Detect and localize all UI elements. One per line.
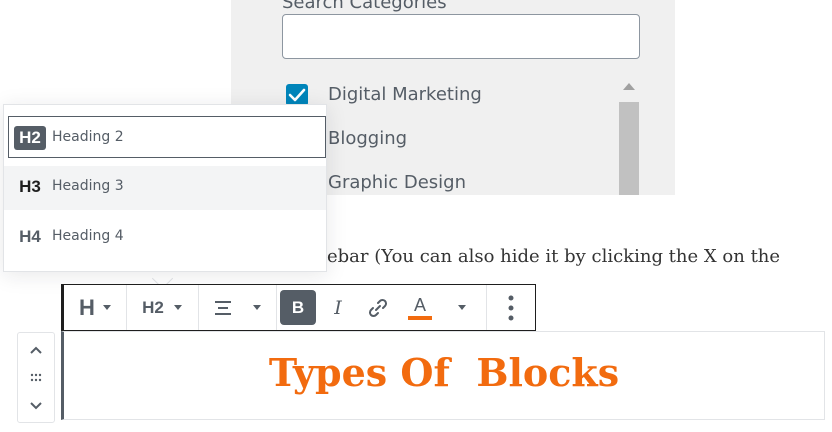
scroll-thumb[interactable]	[619, 102, 639, 195]
text-color-swatch	[408, 315, 432, 320]
alignment-button[interactable]	[206, 290, 268, 325]
align-center-icon	[215, 300, 231, 315]
italic-button[interactable]: I	[320, 290, 356, 325]
text-color-button[interactable]: A	[400, 290, 440, 325]
heading-block[interactable]: Types Of Blocks	[61, 331, 825, 420]
text-color-icon: A	[413, 294, 426, 315]
heading-option-h2[interactable]: H2 Heading 2	[8, 116, 326, 158]
checkmark-icon	[288, 88, 306, 102]
category-label: Blogging	[328, 128, 408, 149]
checkbox-checked[interactable]	[286, 84, 308, 106]
link-button[interactable]	[360, 290, 396, 325]
heading-option-h3[interactable]: H3 Heading 3	[4, 166, 326, 210]
category-item-blogging[interactable]: Blogging	[278, 124, 608, 154]
heading-level-label: H2	[142, 297, 164, 317]
chevron-down-icon	[458, 305, 466, 310]
heading-option-h4[interactable]: H4 Heading 4	[4, 216, 326, 260]
category-label: Digital Marketing	[328, 84, 482, 105]
bold-icon: B	[291, 297, 305, 317]
alignment-group	[198, 285, 277, 330]
heading-level-dropdown: H2 Heading 2 H3 Heading 3 H4 Heading 4	[3, 104, 327, 272]
move-down-button[interactable]	[22, 393, 50, 419]
category-label: Graphic Design	[328, 172, 466, 193]
block-mover	[17, 332, 55, 423]
heading-2-icon: H2	[14, 126, 46, 150]
bold-button[interactable]: B	[280, 290, 316, 325]
heading-option-label: Heading 3	[52, 178, 124, 194]
link-icon	[368, 298, 388, 317]
heading-level-button[interactable]: H2	[132, 290, 192, 325]
heading-text[interactable]: Types Of Blocks	[64, 350, 824, 395]
block-toolbar: H H2 B I A	[61, 284, 536, 331]
chevron-down-icon	[102, 305, 111, 310]
chevron-down-icon	[30, 402, 42, 410]
heading-3-icon: H3	[19, 177, 41, 196]
drag-handle[interactable]	[22, 365, 50, 391]
heading-option-label: Heading 2	[52, 129, 124, 145]
category-list: Digital Marketing Blogging Graphic Desig…	[278, 72, 614, 195]
category-item-graphic-design[interactable]: Graphic Design	[278, 168, 608, 198]
search-categories-label: Search Categories	[282, 0, 447, 13]
scroll-up-arrow-icon[interactable]	[623, 83, 635, 90]
more-options-button[interactable]	[496, 290, 526, 325]
heading-level-group: H2	[126, 285, 199, 330]
heading-block-icon: H	[79, 294, 95, 320]
chevron-down-icon	[253, 305, 261, 310]
search-categories-input[interactable]	[282, 14, 640, 59]
category-scrollbar[interactable]	[617, 75, 641, 195]
paragraph-text[interactable]: ebar (You can also hide it by clicking t…	[327, 246, 780, 267]
chevron-up-icon	[30, 346, 42, 354]
heading-4-icon: H4	[19, 227, 41, 246]
formatting-group: B I A	[276, 285, 487, 330]
more-rich-text-button[interactable]	[448, 290, 476, 325]
move-up-button[interactable]	[22, 337, 50, 363]
block-type-button[interactable]: H	[70, 290, 120, 325]
italic-icon: I	[334, 296, 342, 319]
more-vertical-icon	[508, 295, 514, 320]
drag-handle-icon	[30, 373, 42, 382]
block-type-group: H	[64, 285, 127, 330]
category-item-digital-marketing[interactable]: Digital Marketing	[278, 80, 608, 110]
chevron-down-icon	[173, 305, 182, 310]
heading-option-label: Heading 4	[52, 228, 124, 244]
